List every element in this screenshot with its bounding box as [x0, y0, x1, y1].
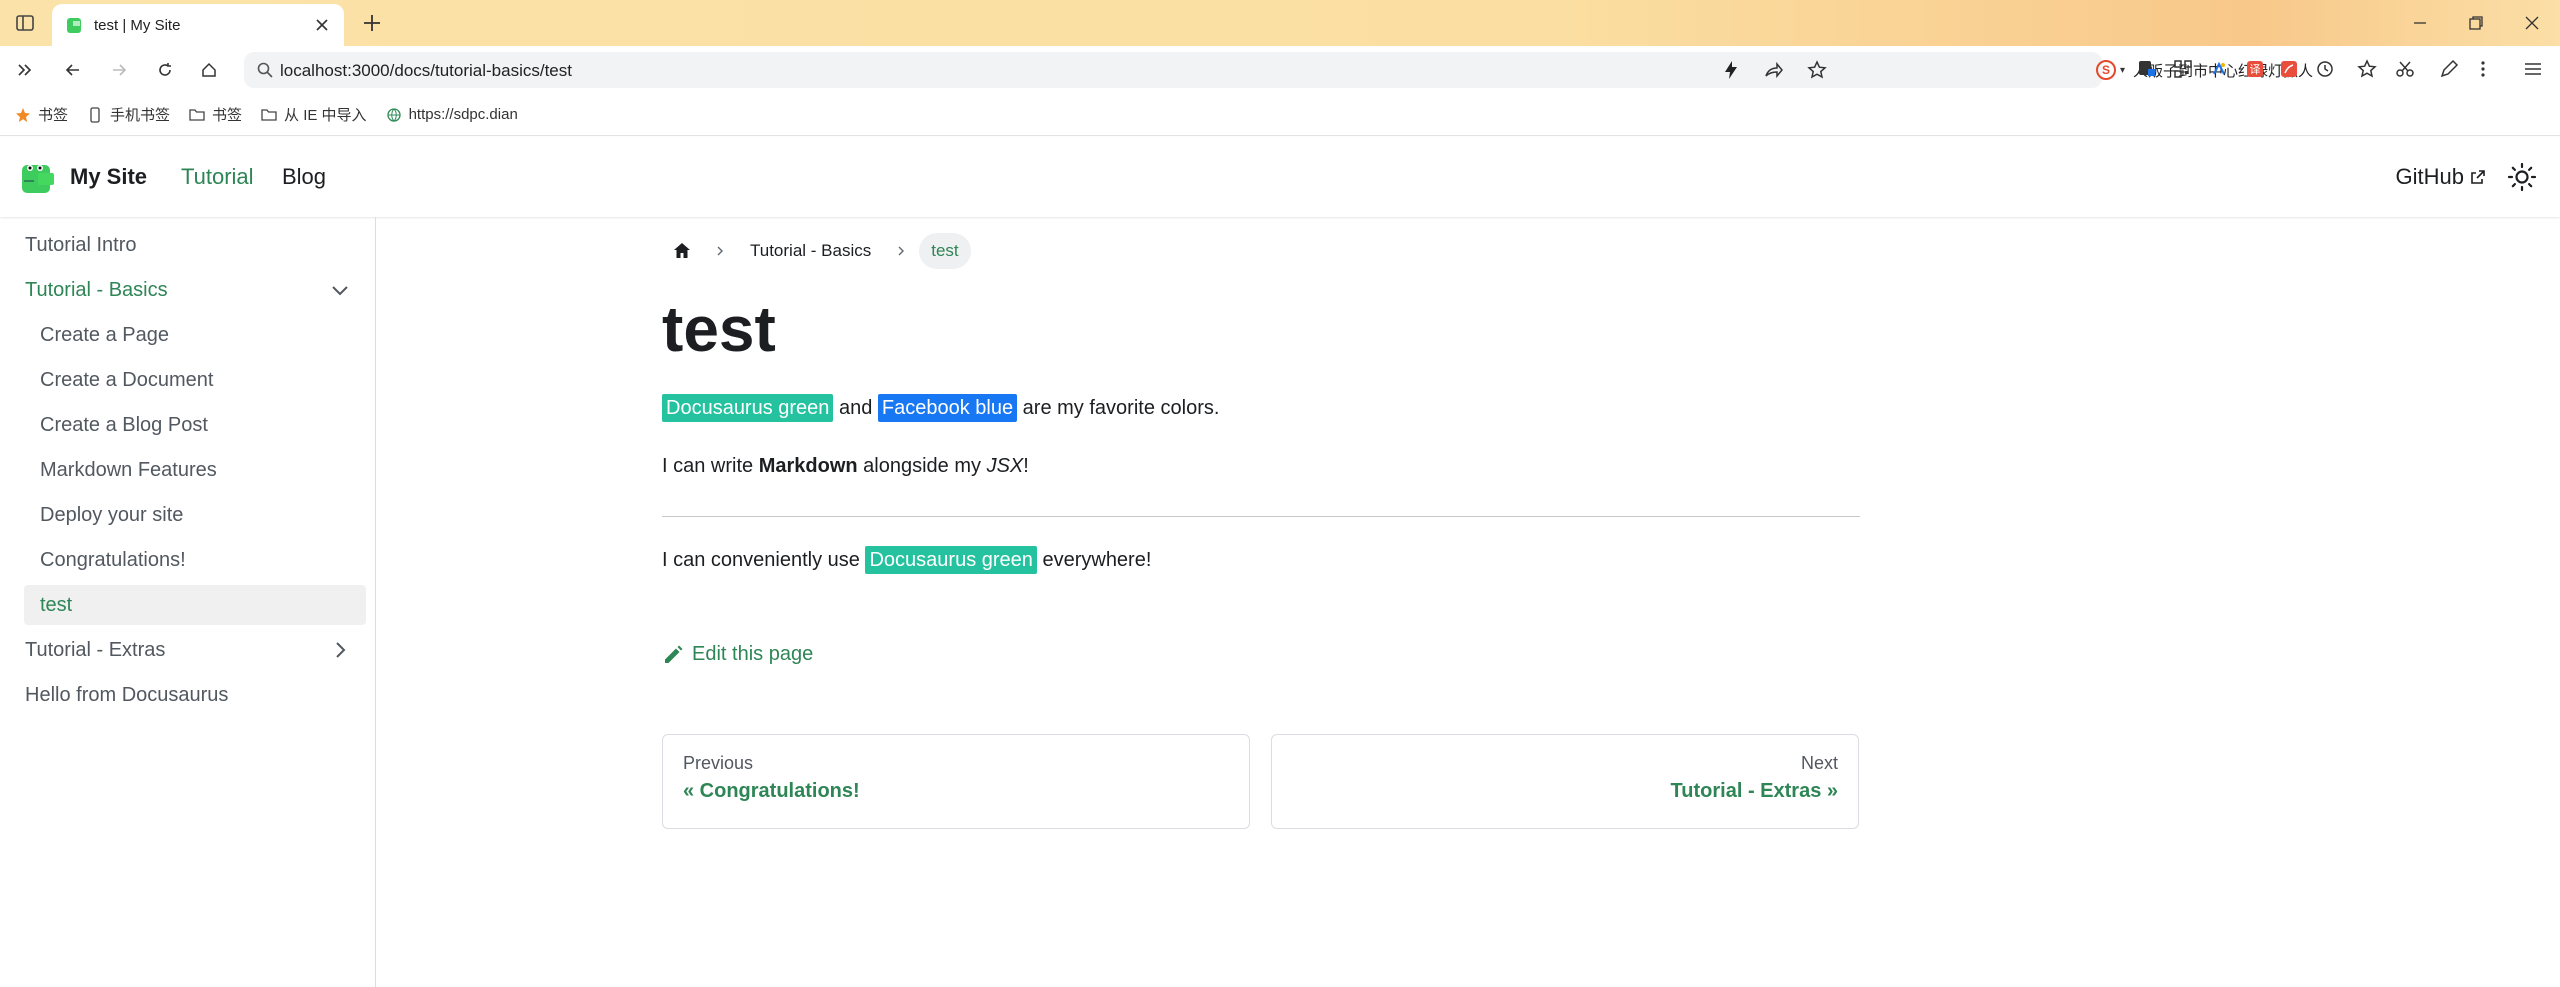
back-icon[interactable]	[62, 59, 84, 81]
double-chevron-icon[interactable]	[14, 59, 36, 81]
bookmark-item[interactable]: https://sdpc.dian	[385, 106, 518, 124]
theme-toggle-sun-icon[interactable]	[2506, 161, 2538, 193]
sidebar-item-congratulations[interactable]: Congratulations!	[24, 540, 366, 580]
home-icon[interactable]	[198, 59, 220, 81]
browser-tab-active[interactable]: test | My Site	[52, 4, 344, 46]
sidebar-item-test[interactable]: test	[24, 585, 366, 625]
pencil-icon	[665, 645, 683, 663]
breadcrumb: Tutorial - Basics test	[662, 233, 971, 269]
external-link-icon	[2471, 170, 2485, 184]
new-tab-icon[interactable]	[360, 11, 384, 35]
phone-icon	[86, 106, 104, 124]
sidebar-item-create-a-page[interactable]: Create a Page	[24, 315, 366, 355]
page-title: test	[662, 293, 776, 365]
bookmark-item[interactable]: 书签	[14, 104, 68, 125]
svg-text:译: 译	[2250, 63, 2261, 76]
chevron-right-icon[interactable]	[328, 638, 352, 662]
restore-icon[interactable]	[2448, 0, 2504, 46]
minimize-icon[interactable]	[2392, 0, 2448, 46]
highlight-green: Docusaurus green	[662, 394, 834, 422]
url-text: localhost:3000/docs/tutorial-basics/test	[280, 61, 572, 80]
edit-this-page-link[interactable]: Edit this page	[662, 643, 813, 666]
close-icon[interactable]	[312, 15, 332, 35]
brand-title: My Site	[70, 164, 148, 189]
paragraph-markdown: I can write Markdown alongside my JSX!	[662, 455, 1029, 477]
sidebar-item-create-a-blog-post[interactable]: Create a Blog Post	[24, 405, 366, 445]
chevron-right-icon	[883, 244, 919, 258]
folder-icon	[260, 106, 278, 124]
sogou-logo-icon: S	[2096, 60, 2116, 80]
reload-icon[interactable]	[154, 59, 176, 81]
translate-icon[interactable]: 译	[2244, 58, 2266, 80]
bookmark-item[interactable]: 手机书签	[86, 104, 170, 125]
pen-icon[interactable]	[2438, 58, 2460, 80]
paragraph-everywhere: I can conveniently use Docusaurus green …	[662, 546, 1151, 574]
sidebar-category-tutorial-extras[interactable]: Tutorial - Extras	[8, 630, 366, 670]
lightning-icon[interactable]	[1720, 59, 1742, 81]
sidebar-item-create-a-document[interactable]: Create a Document	[24, 360, 366, 400]
browser-toolbar: localhost:3000/docs/tutorial-basics/test…	[0, 46, 2560, 94]
share-icon[interactable]	[1762, 59, 1784, 81]
chevron-down-icon[interactable]	[328, 278, 352, 302]
paragraph-colors: Docusaurus green and Facebook blue are m…	[662, 394, 1219, 422]
bookmark-item[interactable]: 书签	[188, 104, 242, 125]
address-bar[interactable]: localhost:3000/docs/tutorial-basics/test…	[244, 52, 2313, 88]
star-icon[interactable]	[1806, 59, 1828, 81]
sidebar-item-tutorial-intro[interactable]: Tutorial Intro	[8, 225, 366, 265]
window-controls	[2392, 0, 2560, 46]
chevron-right-icon	[702, 244, 738, 258]
highlight-blue: Facebook blue	[877, 394, 1018, 422]
breadcrumb-current: test	[919, 233, 971, 269]
folder-icon	[188, 106, 206, 124]
star-icon	[14, 106, 32, 124]
menu-icon[interactable]	[2522, 58, 2544, 80]
breadcrumb-item[interactable]: Tutorial - Basics	[738, 241, 883, 261]
nav-link-blog[interactable]: Blog	[282, 164, 326, 190]
favorites-icon[interactable]	[2356, 58, 2378, 80]
sidebar-category-tutorial-basics[interactable]: Tutorial - Basics	[8, 270, 366, 310]
more-icon[interactable]	[2472, 58, 2494, 80]
extension-1-icon[interactable]	[2136, 58, 2158, 80]
nav-link-tutorial[interactable]: Tutorial	[181, 164, 254, 190]
pagination-previous[interactable]: Previous « Congratulations!	[662, 734, 1250, 829]
pagination-next[interactable]: Next Tutorial - Extras »	[1271, 734, 1859, 829]
doc-sidebar: Tutorial Intro Tutorial - Basics Create …	[0, 217, 376, 987]
docusaurus-favicon-icon	[67, 18, 81, 33]
forward-icon[interactable]	[108, 59, 130, 81]
bookmarks-bar: 书签 手机书签 书签 从 IE 中导入 https://sdpc.dian	[0, 94, 2560, 136]
tab-title: test | My Site	[94, 16, 181, 34]
browser-tab-bar: test | My Site	[0, 0, 2560, 46]
close-window-icon[interactable]	[2504, 0, 2560, 46]
scissors-icon[interactable]	[2394, 58, 2416, 80]
sidebar-toggle-icon[interactable]	[14, 12, 36, 34]
sidebar-item-markdown-features[interactable]: Markdown Features	[24, 450, 366, 490]
sidebar-item-hello-from-docusaurus[interactable]: Hello from Docusaurus	[8, 675, 366, 715]
sidebar-item-deploy-your-site[interactable]: Deploy your site	[24, 495, 366, 535]
history-icon[interactable]	[2314, 58, 2336, 80]
highlight-green: Docusaurus green	[865, 546, 1037, 574]
site-navbar: My Site Tutorial Blog GitHub	[0, 137, 2560, 217]
brand-link[interactable]: My Site	[20, 159, 147, 195]
search-icon	[257, 62, 273, 78]
divider	[662, 516, 1860, 517]
extension-2-icon[interactable]	[2208, 58, 2230, 80]
bookmark-item[interactable]: 从 IE 中导入	[260, 104, 367, 125]
github-link[interactable]: GitHub	[2396, 164, 2486, 190]
qr-code-icon[interactable]	[2172, 58, 2194, 80]
chevron-down-icon[interactable]: ▾	[2120, 65, 2125, 76]
home-icon[interactable]	[662, 233, 702, 269]
docusaurus-logo-icon	[22, 165, 54, 193]
globe-icon	[385, 106, 403, 124]
pdf-icon[interactable]	[2278, 58, 2300, 80]
